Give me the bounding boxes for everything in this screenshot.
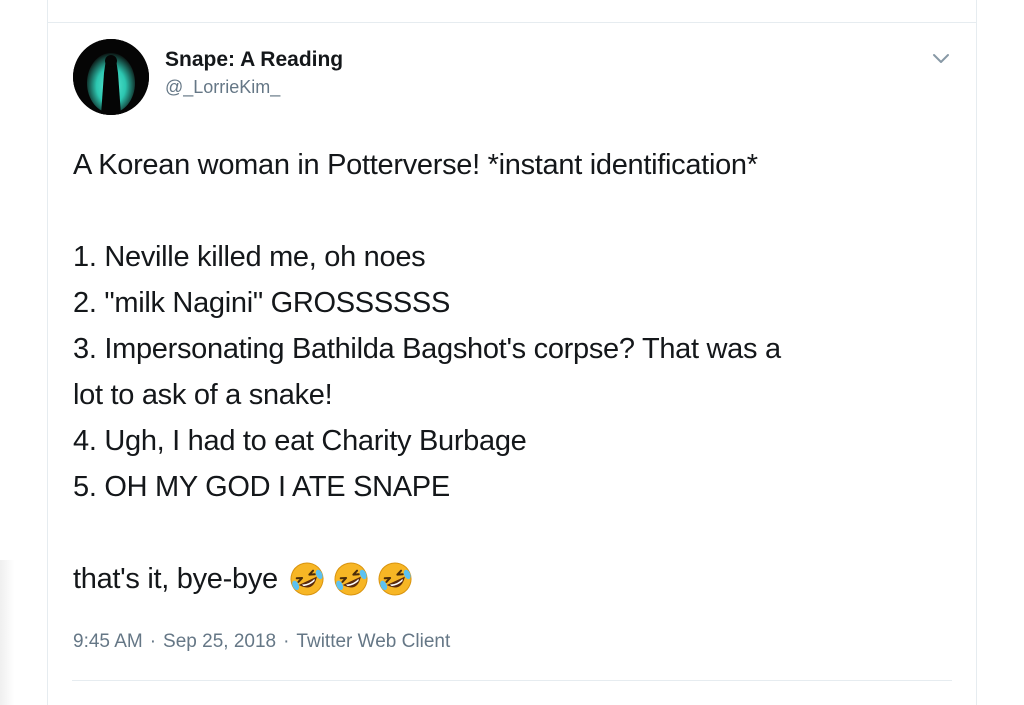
list-item: 1. Neville killed me, oh noes [73,241,426,273]
tweet-source[interactable]: Twitter Web Client [296,631,450,652]
tweet-text: A Korean woman in Potterverse! *instant … [73,142,953,602]
author-block: Snape: A Reading @_LorrieKim_ [165,46,343,100]
list-item: 4. Ugh, I had to eat Charity Burbage [73,425,527,457]
list-item: 2. "milk Nagini" GROSSSSSS [73,287,451,319]
meta-separator: · [149,631,157,652]
meta-separator: · [283,631,290,652]
outro-text: that's it, bye-bye [73,563,278,595]
rolling-on-floor-laughing-icon [376,560,414,598]
tweet-time[interactable]: 9:45 AM [73,631,143,652]
avatar[interactable] [73,39,149,115]
chevron-down-icon[interactable] [932,52,950,66]
list-item: 5. OH MY GOD I ATE SNAPE [73,471,450,503]
bottom-divider [72,680,952,681]
rolling-on-floor-laughing-icon [332,560,370,598]
page: Snape: A Reading @_LorrieKim_ A Korean w… [0,0,1024,705]
list-item: 3. Impersonating Bathilda Bagshot's corp… [73,333,781,365]
top-divider [48,22,976,23]
tweet-outro: that's it, bye-bye [73,556,953,602]
rolling-on-floor-laughing-icon [288,560,326,598]
tweet-card: Snape: A Reading @_LorrieKim_ A Korean w… [47,0,977,705]
author-display-name[interactable]: Snape: A Reading [165,46,343,74]
tweet-intro: A Korean woman in Potterverse! *instant … [73,149,758,181]
tweet-date[interactable]: Sep 25, 2018 [163,631,276,652]
list-item: lot to ask of a snake! [73,379,333,411]
left-edge-shadow [0,560,14,705]
author-handle[interactable]: @_LorrieKim_ [165,74,343,100]
tweet-metadata: 9:45 AM · Sep 25, 2018 · Twitter Web Client [73,628,450,656]
